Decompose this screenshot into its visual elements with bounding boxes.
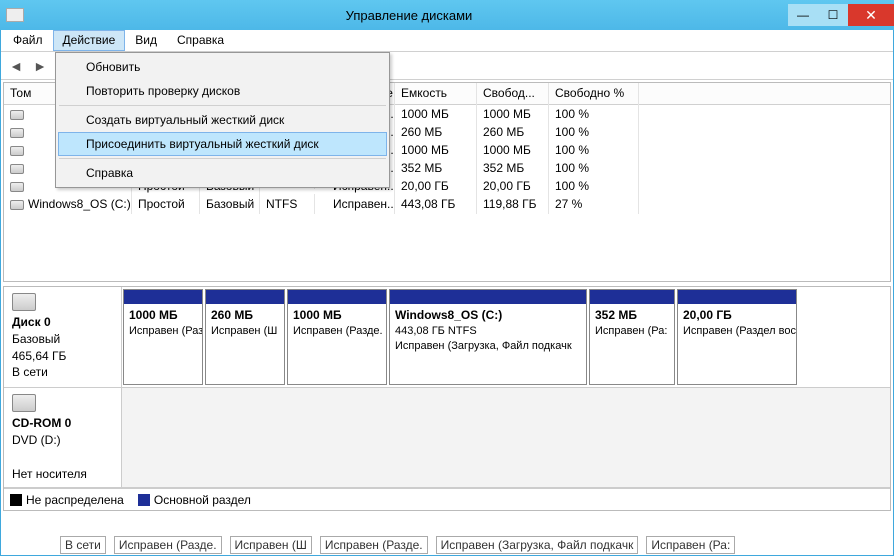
legend-unallocated: Не распределена	[10, 493, 124, 507]
app-icon	[6, 8, 24, 22]
background-window-strip: В сетиИсправен (Разде.Исправен (ШИсправе…	[60, 516, 894, 556]
disk-row-0[interactable]: Диск 0 Базовый 465,64 ГБ В сети 1000 МБИ…	[4, 287, 890, 388]
partition[interactable]: 260 МБИсправен (Ш	[205, 289, 285, 385]
volume-icon	[10, 128, 24, 138]
cdrom-icon	[12, 394, 36, 412]
disk-icon	[12, 293, 36, 311]
legend-primary: Основной раздел	[138, 493, 251, 507]
action-dropdown: Обновить Повторить проверку дисков Созда…	[55, 52, 390, 188]
window-title: Управление дисками	[30, 8, 788, 23]
title-bar[interactable]: Управление дисками — ☐ ✕	[0, 0, 894, 30]
col-capacity[interactable]: Емкость	[395, 83, 477, 104]
partition[interactable]: 1000 МБИсправен (Разде.	[287, 289, 387, 385]
col-free[interactable]: Свобод...	[477, 83, 549, 104]
minimize-button[interactable]: —	[788, 4, 818, 26]
volume-icon	[10, 182, 24, 192]
disk-header: Диск 0 Базовый 465,64 ГБ В сети	[4, 287, 122, 387]
close-button[interactable]: ✕	[848, 4, 894, 26]
cdrom-header: CD-ROM 0 DVD (D:) Нет носителя	[4, 388, 122, 487]
menu-item-rescan[interactable]: Повторить проверку дисков	[58, 79, 387, 103]
menu-bar: Файл Действие Вид Справка Обновить Повто…	[1, 30, 893, 52]
menu-help[interactable]: Справка	[167, 30, 234, 51]
disk-graphical-view: Диск 0 Базовый 465,64 ГБ В сети 1000 МБИ…	[3, 286, 891, 511]
partition[interactable]: Windows8_OS (C:)443,08 ГБ NTFSИсправен (…	[389, 289, 587, 385]
disk-partitions: 1000 МБИсправен (Разде.260 МБИсправен (Ш…	[122, 287, 890, 387]
volume-icon	[10, 200, 24, 210]
cdrom-partitions	[122, 388, 890, 487]
col-free-pct[interactable]: Свободно %	[549, 83, 639, 104]
menu-action[interactable]: Действие	[53, 30, 126, 51]
volume-icon	[10, 164, 24, 174]
partition[interactable]: 352 МБИсправен (Ра:	[589, 289, 675, 385]
disk-row-cdrom[interactable]: CD-ROM 0 DVD (D:) Нет носителя	[4, 388, 890, 488]
volume-icon	[10, 146, 24, 156]
menu-file[interactable]: Файл	[3, 30, 53, 51]
menu-item-refresh[interactable]: Обновить	[58, 55, 387, 79]
partition[interactable]: 20,00 ГБИсправен (Раздел восстан	[677, 289, 797, 385]
menu-view[interactable]: Вид	[125, 30, 167, 51]
maximize-button[interactable]: ☐	[818, 4, 848, 26]
menu-item-create-vhd[interactable]: Создать виртуальный жесткий диск	[58, 108, 387, 132]
menu-item-help[interactable]: Справка	[58, 161, 387, 185]
legend: Не распределена Основной раздел	[4, 488, 890, 510]
partition[interactable]: 1000 МБИсправен (Разде.	[123, 289, 203, 385]
forward-button[interactable]: ►	[29, 56, 51, 76]
volume-icon	[10, 110, 24, 120]
back-button[interactable]: ◄	[5, 56, 27, 76]
menu-separator	[59, 158, 386, 159]
menu-separator	[59, 105, 386, 106]
menu-item-attach-vhd[interactable]: Присоединить виртуальный жесткий диск	[58, 132, 387, 156]
volume-row[interactable]: Windows8_OS (C:)ПростойБазовыйNTFSИсправ…	[4, 195, 890, 213]
